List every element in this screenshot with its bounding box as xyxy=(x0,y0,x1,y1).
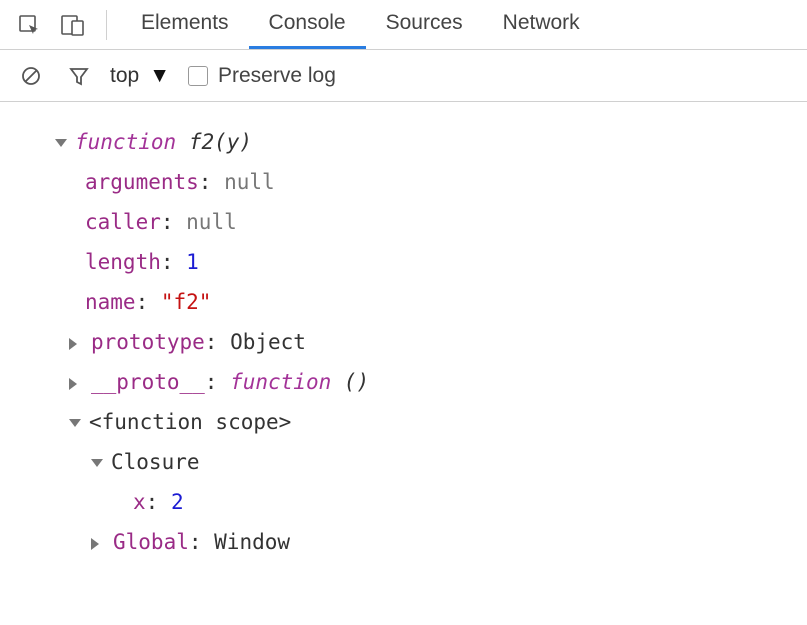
devtools-tabbar: Elements Console Sources Network xyxy=(0,0,807,50)
preserve-log-checkbox[interactable] xyxy=(188,66,208,86)
triangle-down-icon xyxy=(69,419,81,427)
separator xyxy=(106,10,107,40)
triangle-down-icon xyxy=(91,459,103,467)
tab-elements[interactable]: Elements xyxy=(121,0,249,49)
filter-icon[interactable] xyxy=(62,59,96,93)
fn-header[interactable]: function f2(y) xyxy=(55,122,807,162)
context-value: top xyxy=(110,64,139,88)
clear-console-icon[interactable] xyxy=(14,59,48,93)
prop-length[interactable]: length: 1 xyxy=(55,242,807,282)
global-scope[interactable]: Global: Window xyxy=(39,522,807,562)
console-output: function f2(y) arguments: null caller: n… xyxy=(0,102,807,562)
closure-var-x[interactable]: x: 2 xyxy=(55,482,807,522)
closure[interactable]: Closure xyxy=(39,442,807,482)
prop-proto[interactable]: __proto__: function () xyxy=(39,362,807,402)
triangle-right-icon xyxy=(91,538,105,550)
context-selector[interactable]: top ▼ xyxy=(110,64,170,88)
preserve-log-label: Preserve log xyxy=(218,64,336,88)
triangle-right-icon xyxy=(69,338,83,350)
chevron-down-icon: ▼ xyxy=(149,64,170,88)
inspect-element-icon[interactable] xyxy=(12,8,46,42)
prop-caller[interactable]: caller: null xyxy=(55,202,807,242)
device-toolbar-icon[interactable] xyxy=(56,8,90,42)
tab-sources[interactable]: Sources xyxy=(366,0,483,49)
prop-prototype[interactable]: prototype: Object xyxy=(39,322,807,362)
triangle-down-icon xyxy=(55,139,67,147)
tab-console[interactable]: Console xyxy=(249,0,366,49)
function-scope[interactable]: <function scope> xyxy=(39,402,807,442)
console-toolbar: top ▼ Preserve log xyxy=(0,50,807,102)
triangle-right-icon xyxy=(69,378,83,390)
prop-arguments[interactable]: arguments: null xyxy=(55,162,807,202)
prop-name[interactable]: name: "f2" xyxy=(55,282,807,322)
tab-network[interactable]: Network xyxy=(483,0,600,49)
